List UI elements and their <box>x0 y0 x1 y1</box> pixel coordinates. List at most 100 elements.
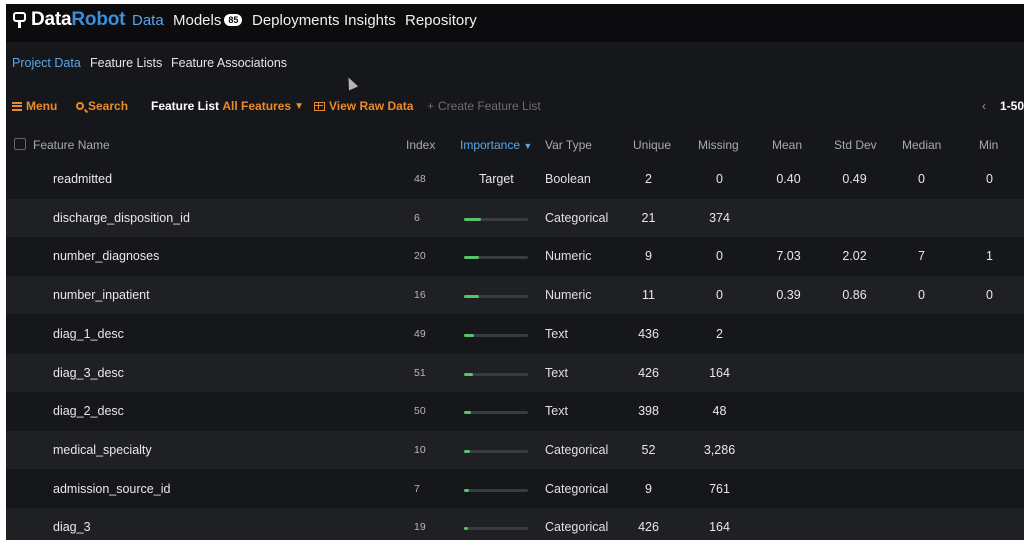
var-type-cell: Text <box>545 326 568 341</box>
importance-bar-fill <box>464 527 469 531</box>
missing-cell: 374 <box>709 210 730 225</box>
var-type-cell: Categorical <box>545 481 609 496</box>
table-row[interactable]: readmitted 48 Boolean 2 0 0.40 0.49 0 0 Target <box>6 160 1024 198</box>
missing-cell: 2 <box>716 326 723 341</box>
importance-bar <box>464 372 528 376</box>
importance-bar-fill <box>464 333 474 337</box>
min-cell: 0 <box>986 172 993 186</box>
table-row[interactable]: discharge_disposition_id 6 Categorical 21 37… <box>6 198 1024 237</box>
index-cell: 19 <box>414 521 426 534</box>
index-cell: 6 <box>414 211 420 224</box>
tab-feature-associations[interactable]: Feature Associations <box>171 56 287 70</box>
std-dev-cell: 2.02 <box>842 249 867 264</box>
tab-feature-lists[interactable]: Feature Lists <box>90 56 162 70</box>
unique-cell: 52 <box>641 442 656 457</box>
header-mean[interactable]: Mean <box>772 138 802 152</box>
missing-cell: 0 <box>716 288 723 303</box>
header-unique[interactable]: Unique <box>633 138 671 152</box>
top-nav: Data Robot Data Models 85 Deployments Insi… <box>6 4 1024 42</box>
table-row[interactable]: number_diagnoses 20 Numeric 9 0 7.03 2.02 7 1 <box>6 237 1024 275</box>
header-missing[interactable]: Missing <box>698 138 739 152</box>
importance-bar-fill <box>464 295 479 299</box>
importance-bar <box>464 256 528 260</box>
missing-cell: 0 <box>716 249 723 264</box>
feature-name-cell: diag_3_desc <box>53 365 124 380</box>
feature-name-cell: medical_specialty <box>53 442 152 457</box>
sub-nav: Project Data Feature Lists Feature Assoc… <box>6 42 1024 82</box>
unique-cell: 426 <box>638 365 659 380</box>
header-importance-label: Importance <box>460 138 521 152</box>
table-row[interactable]: medical_specialty 10 Categorical 52 3,286 <box>6 430 1024 469</box>
index-cell: 51 <box>414 366 426 379</box>
unique-cell: 436 <box>638 326 659 341</box>
nav-data[interactable]: Data <box>132 12 164 29</box>
feature-toolbar: Menu Search Feature List All Features ▼ … <box>6 92 1024 122</box>
menu-button[interactable]: Menu <box>12 99 57 113</box>
select-all-checkbox[interactable] <box>14 138 26 150</box>
importance-bar-fill <box>464 411 472 415</box>
header-var-type[interactable]: Var Type <box>545 138 592 152</box>
index-cell: 50 <box>414 405 426 418</box>
missing-cell: 164 <box>709 365 730 380</box>
unique-cell: 11 <box>642 288 655 303</box>
unique-cell: 2 <box>645 172 652 186</box>
hamburger-icon <box>12 101 22 111</box>
app-window: Data Robot Data Models 85 Deployments Insi… <box>6 4 1024 540</box>
importance-bar <box>464 217 528 221</box>
logo-text-data: Data <box>31 9 72 30</box>
missing-cell: 48 <box>712 404 727 419</box>
header-index[interactable]: Index <box>406 138 435 152</box>
view-raw-data-button[interactable]: View Raw Data <box>314 99 413 113</box>
missing-cell: 164 <box>709 520 730 535</box>
table-icon <box>314 101 325 111</box>
importance-bar-fill <box>464 256 480 260</box>
header-importance[interactable]: Importance ▼ <box>460 138 532 152</box>
nav-insights[interactable]: Insights <box>344 12 396 29</box>
feature-list-dropdown[interactable]: Feature List All Features ▼ <box>151 99 304 113</box>
plus-icon: + <box>427 99 435 113</box>
unique-cell: 21 <box>641 210 656 225</box>
feature-list-value: All Features <box>222 99 292 113</box>
nav-deployments[interactable]: Deployments <box>252 12 340 29</box>
importance-bar <box>464 527 528 531</box>
search-button[interactable]: Search <box>76 99 128 113</box>
var-type-cell: Text <box>545 365 568 380</box>
table-row[interactable]: diag_1_desc 49 Text 436 2 <box>6 315 1024 353</box>
header-min[interactable]: Min <box>979 138 998 152</box>
nav-models-label: Models <box>173 12 222 29</box>
table-row[interactable]: number_inpatient 16 Numeric 11 0 0.39 0.86 0 0 <box>6 276 1024 315</box>
prev-page-icon[interactable]: ‹ <box>982 99 986 113</box>
feature-name-cell: diag_3 <box>53 520 91 535</box>
table-row[interactable]: admission_source_id 7 Categorical 9 761 <box>6 470 1024 508</box>
nav-models[interactable]: Models 85 <box>173 12 243 29</box>
header-median[interactable]: Median <box>902 138 941 152</box>
header-std-dev[interactable]: Std Dev <box>834 138 877 152</box>
missing-cell: 0 <box>716 172 723 186</box>
page-range: 1-50 <box>999 99 1024 113</box>
min-cell: 1 <box>986 249 993 264</box>
feature-name-cell: diag_2_desc <box>53 404 124 419</box>
std-dev-cell: 0.86 <box>842 288 867 303</box>
var-type-cell: Categorical <box>545 520 609 535</box>
index-cell: 7 <box>414 482 420 495</box>
importance-bar-fill <box>464 217 481 221</box>
table-header: Feature Name Index Importance ▼ Var Type… <box>6 128 1024 160</box>
table-row[interactable]: diag_3 19 Categorical 426 164 <box>6 508 1024 540</box>
index-cell: 49 <box>414 327 426 340</box>
datarobot-logo[interactable]: Data Robot <box>12 9 125 31</box>
tab-project-data[interactable]: Project Data <box>12 56 81 70</box>
var-type-cell: Categorical <box>545 210 609 225</box>
table-row[interactable]: diag_2_desc 50 Text 398 48 <box>6 392 1024 430</box>
nav-repository[interactable]: Repository <box>405 12 477 29</box>
feature-name-cell: diag_1_desc <box>53 326 124 341</box>
header-feature-name[interactable]: Feature Name <box>33 138 110 152</box>
importance-bar-fill <box>464 449 470 453</box>
table-row[interactable]: diag_3_desc 51 Text 426 164 <box>6 353 1024 392</box>
importance-bar <box>464 295 528 299</box>
std-dev-cell: 0.49 <box>842 172 867 186</box>
importance-bar <box>464 488 528 492</box>
median-cell: 0 <box>918 288 925 303</box>
feature-name-cell: readmitted <box>53 172 113 186</box>
create-feature-list-button[interactable]: + Create Feature List <box>427 99 541 113</box>
pagination: ‹ 1-50 <box>982 99 1024 113</box>
